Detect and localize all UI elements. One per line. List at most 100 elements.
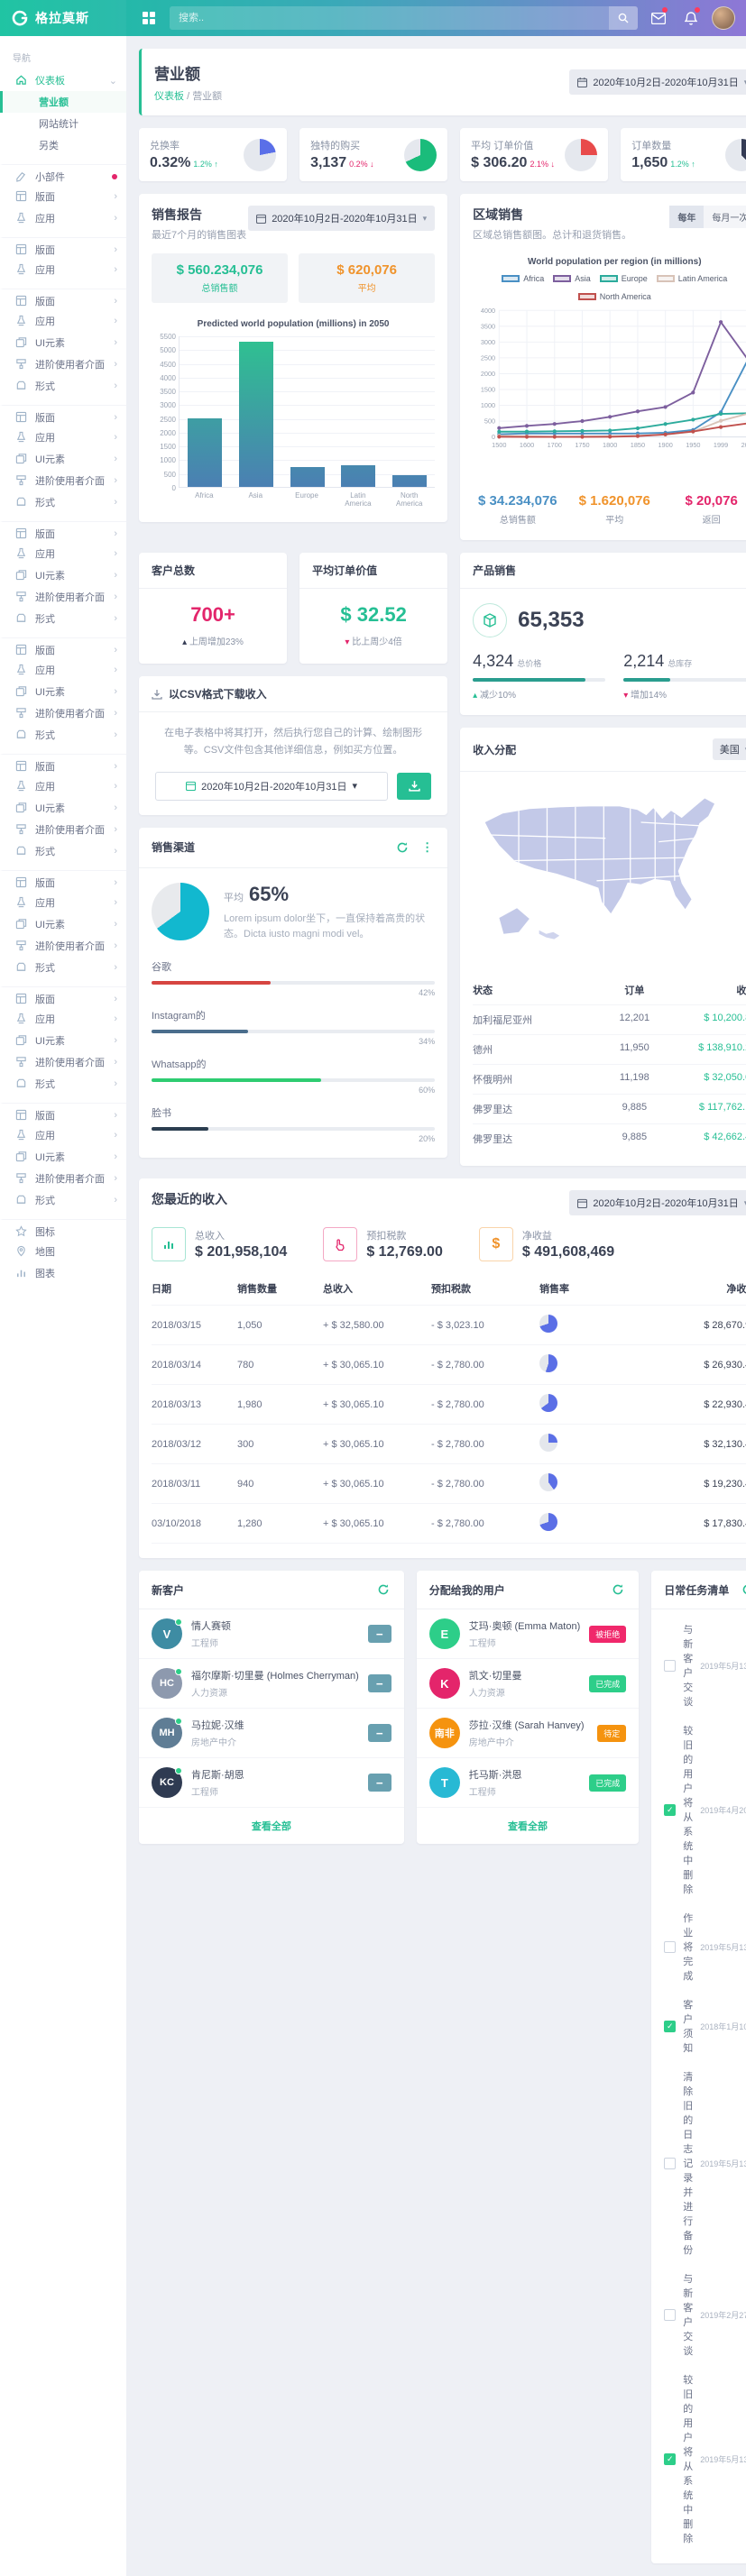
sidebar-item-UI元素[interactable]: UI元素› [0,448,126,470]
bell-icon[interactable] [679,6,703,30]
sidebar-item-应用[interactable]: 应用› [0,659,126,681]
search-input[interactable] [170,6,609,30]
sidebar-item-地图[interactable]: 地图 [0,1241,126,1262]
kebab-menu-icon[interactable]: ⋮ [419,839,435,857]
view-all-link[interactable]: 查看全部 [139,1808,404,1844]
svg-text:1500: 1500 [492,441,506,449]
csv-date-select[interactable]: 2020年10月2日-2020年10月31日▾ [155,772,388,801]
period-button-monthly[interactable]: 每月一次 [704,206,746,228]
chevron-right-icon: › [114,846,117,857]
sidebar-item-进阶使用者介面[interactable]: 进阶使用者介面› [0,702,126,724]
adv-icon [15,1056,28,1068]
sidebar-item-应用[interactable]: 应用› [0,543,126,564]
sidebar-item-营业额[interactable]: 营业额 [0,91,126,113]
refresh-icon[interactable] [610,1581,626,1598]
sidebar-item-形式[interactable]: 形式› [0,1189,126,1211]
sidebar-item-形式[interactable]: 形式› [0,840,126,862]
sidebar-item-形式[interactable]: 形式› [0,1073,126,1095]
sidebar-item-应用[interactable]: 应用› [0,1124,126,1146]
period-button-yearly[interactable]: 每年 [669,206,704,228]
sidebar-item-应用[interactable]: 应用› [0,259,126,280]
sidebar-item-版面[interactable]: 版面› [0,637,126,659]
sidebar-item-形式[interactable]: 形式› [0,957,126,978]
refresh-icon[interactable] [740,1581,746,1598]
sidebar-item-应用[interactable]: 应用› [0,207,126,229]
sidebar-item-版面[interactable]: 版面› [0,1103,126,1124]
table-row: 2018/03/151,050+ $ 32,580.00- $ 3,023.10… [152,1306,746,1345]
sidebar-item-形式[interactable]: 形式› [0,375,126,397]
search-icon[interactable] [609,6,638,30]
sales-report-date-range[interactable]: 2020年10月2日-2020年10月31日▾ [248,206,435,231]
sidebar-item-UI元素[interactable]: UI元素› [0,681,126,702]
sidebar-item-形式[interactable]: 形式› [0,724,126,746]
sidebar-item-进阶使用者介面[interactable]: 进阶使用者介面› [0,353,126,375]
sidebar-item-形式[interactable]: 形式› [0,491,126,513]
sidebar-item-进阶使用者介面[interactable]: 进阶使用者介面› [0,1168,126,1189]
user-avatar[interactable] [712,6,735,30]
remove-button[interactable]: − [368,1674,391,1692]
refresh-icon[interactable] [375,1581,391,1598]
customer-total-value: 700+ [148,603,278,627]
bar [392,475,427,487]
channel-percent: 34% [152,1037,435,1046]
sidebar-item-图标[interactable]: 图标 [0,1219,126,1241]
sidebar-item-应用[interactable]: 应用› [0,1008,126,1030]
mail-icon[interactable] [647,6,670,30]
sidebar-item-应用[interactable]: 应用› [0,892,126,913]
task-checkbox[interactable] [664,1941,676,1953]
sidebar-item-版面[interactable]: 版面› [0,870,126,892]
task-checkbox[interactable]: ✓ [664,2021,676,2032]
sidebar-item-版面[interactable]: 版面› [0,521,126,543]
sidebar-item-进阶使用者介面[interactable]: 进阶使用者介面› [0,470,126,491]
region-sales-title: 区域销售 [473,206,631,224]
sidebar-item-应用[interactable]: 应用› [0,310,126,332]
sidebar-item-进阶使用者介面[interactable]: 进阶使用者介面› [0,819,126,840]
sidebar-item-仪表板[interactable]: 仪表板⌄ [0,69,126,91]
sidebar-item-形式[interactable]: 形式› [0,608,126,629]
sidebar-item-UI元素[interactable]: UI元素› [0,1146,126,1168]
sidebar-item-版面[interactable]: 版面› [0,237,126,259]
sidebar-item-版面[interactable]: 版面› [0,754,126,775]
sidebar-item-图表[interactable]: 图表 [0,1262,126,1284]
sidebar-item-进阶使用者介面[interactable]: 进阶使用者介面› [0,1051,126,1073]
sidebar-item-UI元素[interactable]: UI元素› [0,913,126,935]
sidebar-item-进阶使用者介面[interactable]: 进阶使用者介面› [0,935,126,957]
kpi-card: 独特的购买 3,1370.2% ↓ [299,128,447,181]
table-row: 2018/03/11940+ $ 30,065.10- $ 2,780.00 $… [152,1464,746,1504]
task-checkbox[interactable] [664,2158,676,2169]
remove-button[interactable]: − [368,1625,391,1643]
task-checkbox[interactable]: ✓ [664,2453,676,2465]
refresh-icon[interactable] [394,839,410,856]
sidebar-item-版面[interactable]: 版面› [0,986,126,1008]
view-all-link[interactable]: 查看全部 [417,1808,639,1844]
sidebar-item-版面[interactable]: 版面› [0,186,126,207]
remove-button[interactable]: − [368,1724,391,1742]
breadcrumb-parent[interactable]: 仪表板 [154,91,184,102]
sidebar-item-UI元素[interactable]: UI元素› [0,564,126,586]
sidebar-item-应用[interactable]: 应用› [0,426,126,448]
recent-income-date-range[interactable]: 2020年10月2日-2020年10月31日▾ [569,1190,746,1215]
task-checkbox[interactable] [664,2309,676,2321]
sidebar-item-UI元素[interactable]: UI元素› [0,1030,126,1051]
person-role: 人力资源 [469,1685,580,1699]
avatar: E [429,1618,460,1649]
page-date-range[interactable]: 2020年10月2日-2020年10月31日▾ [569,69,746,95]
sidebar-item-UI元素[interactable]: UI元素› [0,332,126,353]
country-select[interactable]: 美国▾ [713,738,746,760]
sidebar-item-另类[interactable]: 另类 [0,134,126,156]
csv-download-button[interactable] [397,773,431,800]
layout-icon [15,411,28,424]
sidebar-item-版面[interactable]: 版面› [0,289,126,310]
remove-button[interactable]: − [368,1774,391,1792]
kpi-row: 兑换率 0.32%1.2% ↑ 独特的购买 3,1370.2% ↓ 平均 订单价… [139,128,746,181]
sidebar-item-应用[interactable]: 应用› [0,775,126,797]
sidebar-item-版面[interactable]: 版面› [0,405,126,426]
sidebar-item-小部件[interactable]: 小部件 [0,164,126,186]
task-checkbox[interactable] [664,1660,676,1672]
usa-map [460,772,746,972]
sidebar-item-进阶使用者介面[interactable]: 进阶使用者介面› [0,586,126,608]
task-checkbox[interactable]: ✓ [664,1804,676,1816]
sidebar-item-UI元素[interactable]: UI元素› [0,797,126,819]
apps-grid-icon[interactable] [137,6,161,30]
sidebar-item-网站统计[interactable]: 网站统计 [0,113,126,134]
